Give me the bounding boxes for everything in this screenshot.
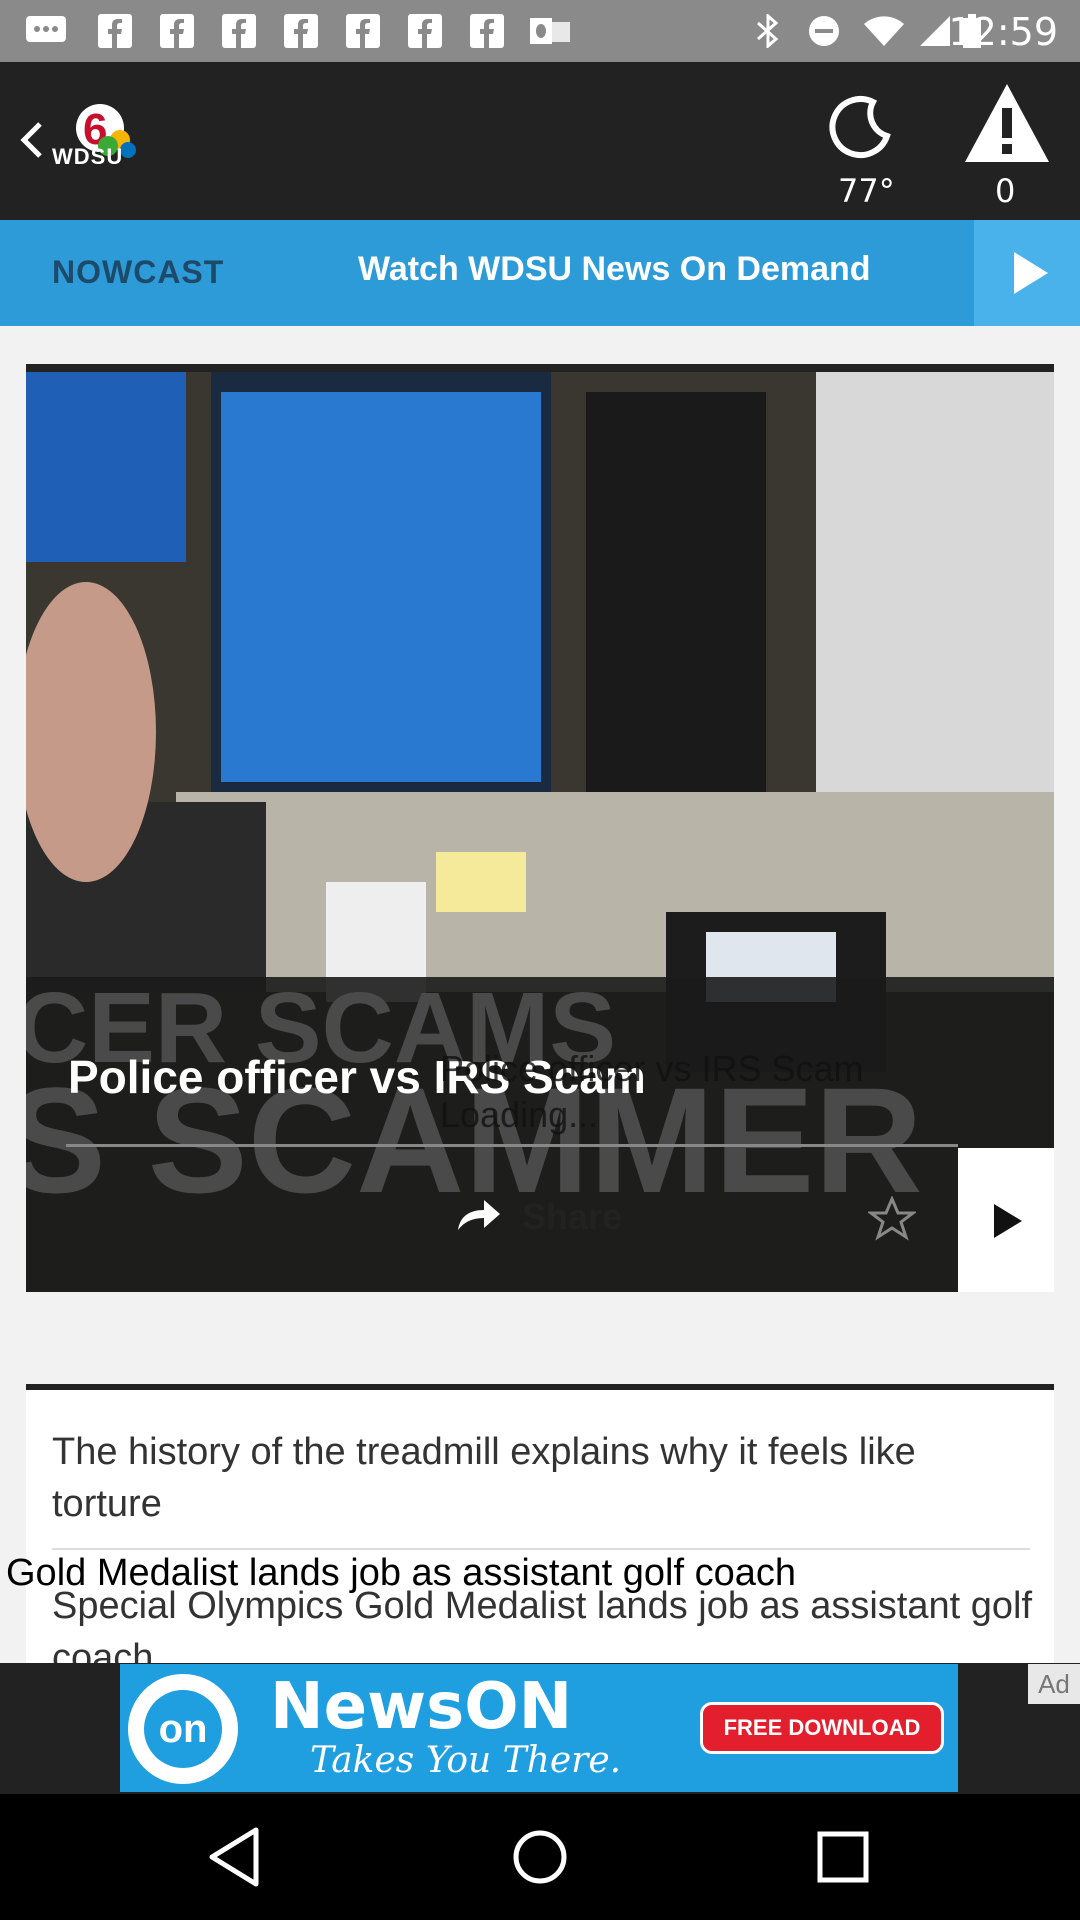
ad-tagline: Takes You There.: [310, 1740, 622, 1781]
weather-temperature[interactable]: 77°: [838, 172, 895, 210]
share-icon[interactable]: [456, 1198, 502, 1232]
clock: 12:59: [948, 10, 1058, 54]
facebook-icon: [222, 14, 256, 48]
home-nav-icon[interactable]: [503, 1820, 577, 1894]
ad-brand: NewsON: [270, 1670, 573, 1744]
facebook-icon: [408, 14, 442, 48]
app-header: 6 WDSU 77° 0: [0, 62, 1080, 220]
list-item[interactable]: The history of the treadmill explains wh…: [52, 1426, 952, 1530]
alert-count[interactable]: 0: [995, 172, 1015, 210]
newson-logo-text: on: [144, 1690, 222, 1768]
news-list: The history of the treadmill explains wh…: [26, 1384, 1054, 1664]
bluetooth-icon: [757, 14, 779, 48]
share-button[interactable]: Share: [522, 1196, 622, 1238]
play-icon: [994, 1204, 1022, 1238]
ad-banner[interactable]: on NewsON Takes You There. FREE DOWNLOAD: [120, 1664, 958, 1792]
video-divider: [66, 1144, 958, 1147]
message-icon: [26, 16, 66, 42]
nowcast-bar: NOWCAST Watch WDSU News On Demand: [0, 220, 1080, 326]
recents-nav-icon[interactable]: [806, 1820, 880, 1894]
on-demand-play-button[interactable]: [974, 220, 1080, 326]
ad-badge[interactable]: Ad: [1028, 1664, 1080, 1704]
outlook-icon: [530, 18, 570, 44]
do-not-disturb-icon: [809, 16, 839, 46]
loading-text: Loading...: [440, 1094, 599, 1135]
facebook-icon: [470, 14, 504, 48]
facebook-icon: [98, 14, 132, 48]
back-nav-icon[interactable]: [200, 1820, 274, 1894]
facebook-icon: [284, 14, 318, 48]
moon-icon[interactable]: [825, 92, 895, 162]
video-title-placeholder: Police officer vs IRS Scam: [440, 1048, 864, 1089]
facebook-icon: [160, 14, 194, 48]
video-thumbnail: CER SCAMS S SCAMMER: [26, 372, 1054, 1292]
featured-video[interactable]: CER SCAMS S SCAMMER: [26, 364, 1054, 1292]
facebook-icon: [346, 14, 380, 48]
newson-logo: on: [128, 1674, 238, 1784]
overlapping-text: Gold Medalist lands job as assistant gol…: [6, 1552, 796, 1594]
system-nav-bar: [0, 1794, 1080, 1920]
alert-icon[interactable]: [963, 82, 1051, 164]
ad-download-button[interactable]: FREE DOWNLOAD: [700, 1702, 944, 1754]
status-bar: 12:59: [0, 0, 1080, 62]
on-demand-link[interactable]: Watch WDSU News On Demand: [358, 250, 871, 289]
logo-text: WDSU: [52, 144, 124, 169]
nowcast-label[interactable]: NOWCAST: [52, 254, 224, 291]
play-icon: [1014, 252, 1048, 294]
list-divider: [52, 1548, 1030, 1550]
wifi-icon: [864, 16, 904, 46]
star-icon[interactable]: [868, 1196, 916, 1242]
video-play-button[interactable]: [958, 1148, 1054, 1292]
signal-icon: [920, 16, 950, 46]
